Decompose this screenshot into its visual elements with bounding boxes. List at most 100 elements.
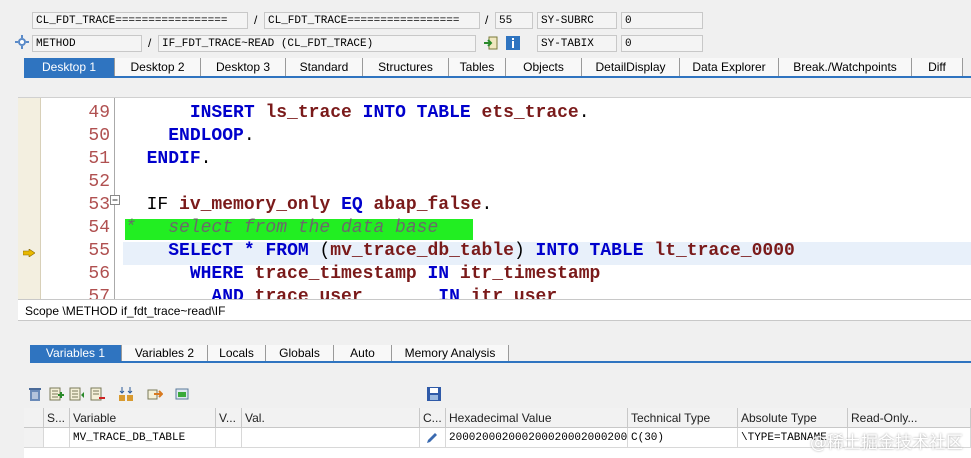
- code-text: (: [308, 241, 331, 261]
- tab-desktop-1[interactable]: Desktop 1: [24, 58, 115, 76]
- tab-desktop-3[interactable]: Desktop 3: [201, 58, 286, 76]
- tab-diff[interactable]: Diff: [912, 58, 963, 76]
- remove-row-icon[interactable]: [90, 386, 106, 402]
- tab-auto[interactable]: Auto: [334, 345, 392, 361]
- grid-header-c[interactable]: C...: [420, 408, 446, 428]
- method-type-icon: [14, 34, 30, 50]
- code-line[interactable]: SELECT * FROM (mv_trace_db_table) INTO T…: [125, 240, 795, 263]
- tab-detaildisplay[interactable]: DetailDisplay: [582, 58, 680, 76]
- object-type-field[interactable]: METHOD: [32, 35, 142, 52]
- cell-status: [44, 428, 70, 448]
- edit-pencil-icon[interactable]: [425, 433, 439, 447]
- line-number: 55: [88, 241, 110, 261]
- line-number: 54: [88, 218, 110, 238]
- tab-structures[interactable]: Structures: [363, 58, 449, 76]
- tab-objects[interactable]: Objects: [506, 58, 582, 76]
- tab-globals[interactable]: Globals: [266, 345, 334, 361]
- info-icon[interactable]: [505, 35, 521, 51]
- save-icon[interactable]: [426, 386, 442, 402]
- transfer-icon[interactable]: [118, 386, 134, 402]
- tab-variables-1[interactable]: Variables 1: [30, 345, 122, 361]
- grid-header-hex[interactable]: Hexadecimal Value: [446, 408, 628, 428]
- keyword: FROM: [265, 241, 309, 261]
- identifier: mv_trace_db_table: [330, 241, 514, 261]
- grid-header-technical-type[interactable]: Technical Type: [628, 408, 738, 428]
- grid-header-select[interactable]: [24, 408, 44, 428]
- scope-bar: Scope \METHOD if_fdt_trace~read\IF: [18, 299, 971, 321]
- navigate-icon[interactable]: [483, 35, 499, 51]
- fold-line: [114, 205, 115, 300]
- keyword: INTO TABLE: [362, 103, 471, 123]
- keyword: INTO TABLE: [535, 241, 644, 261]
- identifier: iv_memory_only: [179, 195, 331, 215]
- tab-variables-2[interactable]: Variables 2: [122, 345, 208, 361]
- desktop-tab-bar: Desktop 1 Desktop 2 Desktop 3 Standard S…: [24, 58, 971, 78]
- code-line[interactable]: WHERE trace_timestamp IN itr_timestamp: [125, 263, 601, 286]
- cell-technical-type: C(30): [628, 428, 738, 448]
- collapse-toggle-icon[interactable]: [110, 195, 120, 205]
- code-line[interactable]: AND trace_user IN itr_user: [125, 286, 557, 300]
- sysvar-value-tabix[interactable]: 0: [621, 35, 703, 52]
- code-line[interactable]: INSERT ls_trace INTO TABLE ets_trace.: [125, 102, 590, 125]
- keyword: EQ: [341, 195, 363, 215]
- separator: /: [148, 36, 152, 50]
- code-text: .: [243, 126, 255, 146]
- program-field[interactable]: CL_FDT_TRACE=================: [32, 12, 248, 29]
- tab-locals[interactable]: Locals: [208, 345, 266, 361]
- cell-hex: 20002000200020002000200020002000...: [446, 428, 628, 448]
- cell-change[interactable]: [420, 428, 446, 448]
- include-field[interactable]: CL_FDT_TRACE=================: [264, 12, 480, 29]
- grid-header-value[interactable]: Val.: [242, 408, 420, 428]
- keyword: ENDIF: [146, 149, 201, 169]
- source-code-editor[interactable]: 49 50 51 52 53 54 55 56 57 INSERT ls_trace INTO …: [18, 97, 971, 300]
- keyword: SELECT: [168, 241, 234, 261]
- sysvar-value-subrc[interactable]: 0: [621, 12, 703, 29]
- tab-tables[interactable]: Tables: [449, 58, 506, 76]
- row-selector[interactable]: [24, 428, 44, 448]
- tab-memory-analysis[interactable]: Memory Analysis: [392, 345, 509, 361]
- grid-header-variable[interactable]: Variable: [70, 408, 216, 428]
- cell-value[interactable]: [242, 428, 420, 448]
- grid-header-read-only[interactable]: Read-Only...: [848, 408, 971, 428]
- cell-variable[interactable]: MV_TRACE_DB_TABLE: [70, 428, 216, 448]
- breakpoint-gutter[interactable]: [18, 98, 41, 300]
- line-number: 49: [88, 103, 110, 123]
- identifier: ets_trace: [481, 103, 579, 123]
- identifier: trace_timestamp: [254, 264, 417, 284]
- append-row-icon[interactable]: [69, 386, 85, 402]
- fold-line: [114, 98, 115, 195]
- keyword: IN: [427, 264, 450, 284]
- tab-breakpoints-watchpoints[interactable]: Break./Watchpoints: [779, 58, 912, 76]
- sysvar-label-subrc[interactable]: SY-SUBRC: [537, 12, 617, 29]
- scope-text: Scope \METHOD if_fdt_trace~read\IF: [25, 304, 226, 318]
- keyword: WHERE: [189, 264, 244, 284]
- code-text: *: [243, 241, 255, 261]
- line-number: 56: [88, 264, 110, 284]
- code-text: IF: [146, 195, 180, 215]
- insert-row-icon[interactable]: [49, 386, 65, 402]
- grid-header-absolute-type[interactable]: Absolute Type: [738, 408, 848, 428]
- code-line[interactable]: * select from the data base: [125, 217, 438, 240]
- code-line[interactable]: ENDIF.: [125, 148, 212, 171]
- object-name-field[interactable]: IF_FDT_TRACE~READ (CL_FDT_TRACE): [158, 35, 476, 52]
- tab-desktop-2[interactable]: Desktop 2: [115, 58, 201, 76]
- grid-header-status[interactable]: S...: [44, 408, 70, 428]
- tab-standard[interactable]: Standard: [286, 58, 363, 76]
- keyword: INSERT: [189, 103, 255, 123]
- code-text: ): [513, 241, 536, 261]
- tab-data-explorer[interactable]: Data Explorer: [680, 58, 779, 76]
- line-number: 57: [88, 287, 110, 300]
- sysvar-label-tabix[interactable]: SY-TABIX: [537, 35, 617, 52]
- code-line[interactable]: ENDLOOP.: [125, 125, 255, 148]
- grid-header-v[interactable]: V...: [216, 408, 242, 428]
- layout-icon[interactable]: [174, 386, 190, 402]
- delete-icon[interactable]: [27, 386, 43, 402]
- export-icon[interactable]: [147, 386, 164, 402]
- current-line-arrow-icon: [22, 246, 36, 258]
- code-line[interactable]: IF iv_memory_only EQ abap_false.: [125, 194, 493, 217]
- line-field[interactable]: 55: [495, 12, 533, 29]
